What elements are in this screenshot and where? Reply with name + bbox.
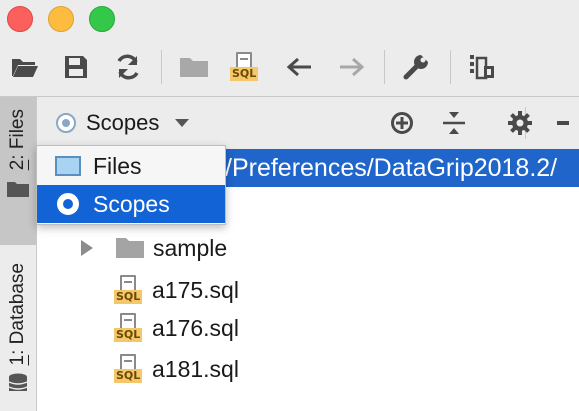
main-toolbar: SQL <box>0 38 579 97</box>
project-panel-header: Scopes <box>37 97 579 149</box>
tool-window-stripe: 2: Files 1: Database <box>0 97 37 411</box>
sql-file-icon: SQL <box>230 50 260 84</box>
database-icon <box>8 373 28 392</box>
scope-selector-dropdown[interactable]: Scopes <box>56 109 190 137</box>
scope-dropdown-menu: Files Scopes <box>36 145 226 225</box>
settings-wrench-button[interactable] <box>400 51 432 83</box>
save-icon <box>65 56 87 78</box>
forward-icon <box>340 57 365 77</box>
synchronize-button[interactable] <box>112 51 144 83</box>
expand-arrow-icon[interactable] <box>81 240 93 256</box>
tree-folder-sample[interactable]: sample <box>81 230 227 266</box>
sql-file-icon: SQL <box>114 311 144 345</box>
collapse-all-button[interactable] <box>438 107 470 139</box>
database-tab-label: 1: Database <box>7 263 28 366</box>
menu-item-label: Scopes <box>93 190 170 217</box>
data-source-button[interactable] <box>466 51 498 83</box>
close-window-button[interactable] <box>7 6 33 32</box>
scope-radio-icon <box>56 113 76 133</box>
file-label: a175.sql <box>152 276 239 303</box>
scopes-radio-icon <box>57 193 79 215</box>
chevron-down-icon <box>175 119 190 127</box>
folder-label: sample <box>153 234 228 261</box>
sql-file-icon: SQL <box>114 352 144 386</box>
folder-icon <box>180 58 208 77</box>
toolbar-separator <box>450 50 451 84</box>
folder-icon <box>116 238 144 258</box>
minimize-window-button[interactable] <box>48 6 74 32</box>
menu-item-files[interactable]: Files <box>37 147 225 185</box>
wrench-icon <box>403 55 428 80</box>
maximize-window-button[interactable] <box>89 6 115 32</box>
tree-file-item[interactable]: SQL a176.sql <box>114 310 239 346</box>
tab-files[interactable]: 2: Files <box>0 97 36 245</box>
locate-button[interactable] <box>386 107 418 139</box>
menu-item-scopes[interactable]: Scopes <box>37 185 225 223</box>
tab-database[interactable]: 1: Database <box>0 257 36 411</box>
back-button[interactable] <box>283 51 315 83</box>
tree-file-item[interactable]: SQL a175.sql <box>114 272 239 308</box>
hide-panel-button[interactable] <box>555 107 579 139</box>
menu-item-label: Files <box>93 152 142 179</box>
sync-icon <box>117 54 139 80</box>
save-button[interactable] <box>60 51 92 83</box>
open-icon <box>12 59 38 77</box>
locate-icon <box>391 112 413 134</box>
folder-icon <box>7 182 29 198</box>
tree-file-item[interactable]: SQL a181.sql <box>114 351 239 387</box>
files-tab-label: 2: Files <box>7 109 28 171</box>
title-bar <box>0 0 579 38</box>
new-folder-button[interactable] <box>178 51 210 83</box>
forward-button[interactable] <box>336 51 368 83</box>
scope-selector-label: Scopes <box>86 110 160 135</box>
toolbar-separator <box>384 50 385 84</box>
files-view-icon <box>55 156 81 176</box>
collapse-all-icon <box>443 112 465 134</box>
file-label: a176.sql <box>152 314 239 341</box>
file-label: a181.sql <box>152 355 239 382</box>
data-source-icon <box>470 55 494 80</box>
open-button[interactable] <box>9 51 41 83</box>
back-icon <box>286 57 311 77</box>
hide-icon <box>557 121 569 125</box>
settings-icon <box>508 111 532 135</box>
sql-file-icon: SQL <box>114 273 144 307</box>
panel-settings-button[interactable] <box>504 107 536 139</box>
new-sql-file-button[interactable]: SQL <box>229 51 261 83</box>
toolbar-separator <box>161 50 162 84</box>
